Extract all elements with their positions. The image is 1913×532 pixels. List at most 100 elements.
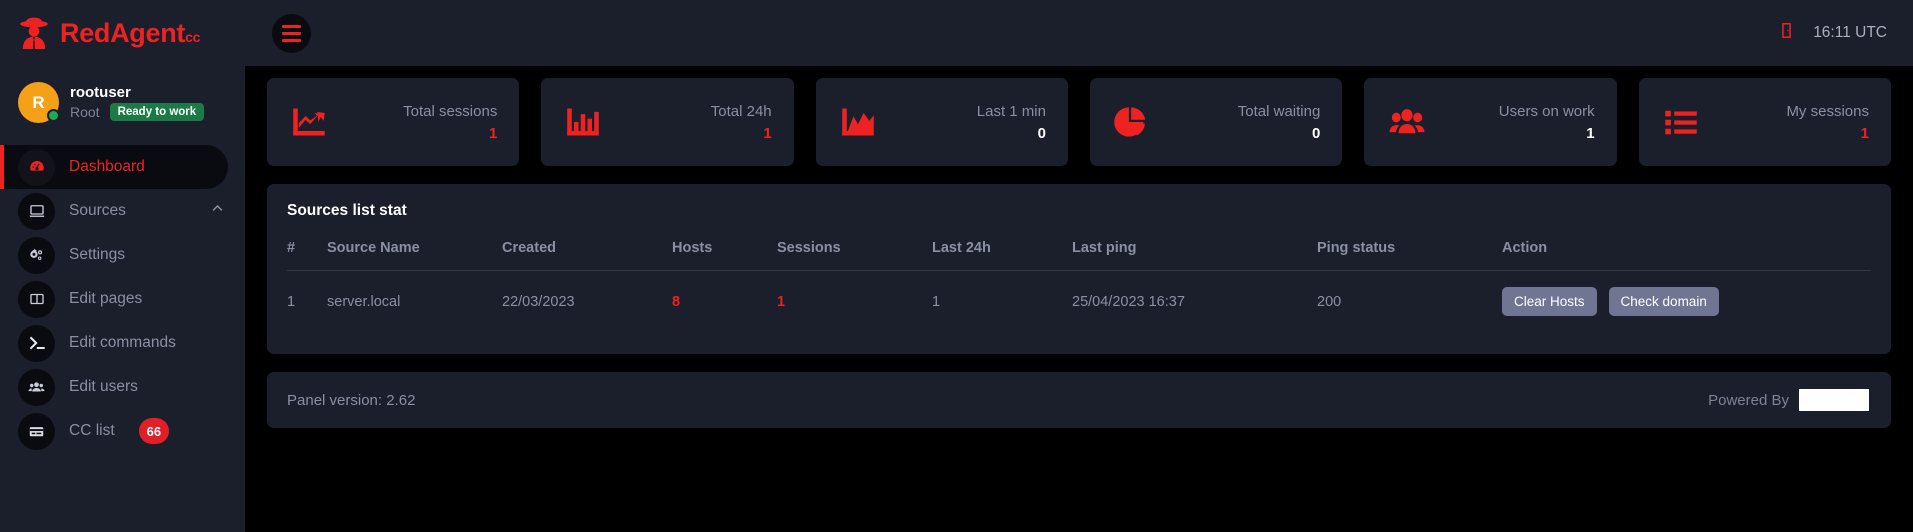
door-exit-icon[interactable] [1777, 21, 1796, 45]
stat-label: Last 1 min [976, 102, 1046, 120]
cell-hosts: 8 [672, 270, 777, 332]
sidebar-item-edit-pages[interactable]: Edit pages [0, 277, 245, 321]
sidebar: RedAgentcc R rootuser Root Ready to work [0, 0, 245, 532]
status-badge: Ready to work [109, 102, 205, 122]
stat-meta: Total 24h 1 [711, 103, 772, 142]
bar-chart-icon [561, 102, 609, 142]
sidebar-item-edit-commands[interactable]: Edit commands [0, 321, 245, 365]
panel-title: Sources list stat [287, 202, 407, 219]
profile-username: rootuser [70, 83, 131, 101]
profile-subline: Root Ready to work [70, 102, 205, 122]
cell-source-name: server.local [327, 270, 502, 332]
stat-meta: Last 1 min 0 [977, 103, 1046, 142]
sidebar-item-label: Dashboard [69, 158, 145, 175]
area-chart-icon [836, 102, 884, 142]
stat-meta: My sessions 1 [1786, 103, 1869, 142]
cell-sessions: 1 [777, 270, 932, 332]
monitor-icon [18, 192, 55, 230]
powered-by-logo [1799, 389, 1869, 411]
sidebar-nav: Dashboard Sources Settings Edit pages Ed… [0, 145, 245, 453]
sidebar-item-label: Edit commands [69, 334, 176, 351]
terminal-icon [18, 324, 55, 362]
sidebar-item-sources[interactable]: Sources [0, 189, 245, 233]
stat-card-last-1-min[interactable]: Last 1 min 0 [815, 78, 1068, 166]
cell-last-ping: 25/04/2023 16:37 [1072, 270, 1317, 332]
col-last-ping: Last ping [1072, 240, 1137, 256]
topbar: 16:11 UTC [245, 0, 1913, 66]
clear-hosts-button[interactable]: Clear Hosts [1502, 287, 1597, 316]
stat-card-total-24h[interactable]: Total 24h 1 [541, 78, 794, 166]
sidebar-item-label: CC list [69, 422, 115, 439]
powered-by-block: Powered By [1708, 389, 1869, 411]
pie-chart-icon [1110, 102, 1158, 142]
table-header-row: # Source Name Created Hosts Sessions Las… [287, 240, 1871, 271]
users-icon [18, 368, 55, 406]
sources-list-panel: Sources list stat # Source Name Created … [267, 184, 1891, 354]
cell-actions: Clear Hosts Check domain [1502, 270, 1871, 332]
brand-suffix: cc [185, 28, 201, 45]
cell-ping-status: 200 [1317, 270, 1502, 332]
table-head: # Source Name Created Hosts Sessions Las… [287, 240, 1871, 271]
col-index: # [287, 240, 296, 256]
credit-card-icon [18, 412, 55, 450]
col-sessions: Sessions [777, 240, 841, 256]
stat-value: 1 [1860, 124, 1869, 142]
hamburger-bar [282, 31, 301, 35]
stat-card-total-waiting[interactable]: Total waiting 0 [1089, 78, 1343, 166]
table-row[interactable]: 1 server.local 22/03/2023 8 1 1 25/04/20… [287, 270, 1871, 332]
hamburger-bar [282, 24, 301, 28]
topbar-right: 16:11 UTC [1777, 21, 1887, 45]
main-area: 16:11 UTC Total sessions 1 Total 24h 1 L… [245, 0, 1913, 532]
cell-last-24h: 1 [932, 270, 1072, 332]
group-users-icon [1384, 102, 1432, 142]
table-body: 1 server.local 22/03/2023 8 1 1 25/04/20… [287, 270, 1871, 332]
stat-cards: Total sessions 1 Total 24h 1 Last 1 min … [267, 78, 1891, 166]
stat-label: Total waiting [1237, 102, 1321, 120]
panel-version-label: Panel version: 2.62 [287, 391, 416, 409]
list-icon [1659, 102, 1707, 142]
cell-created: 22/03/2023 [502, 270, 672, 332]
online-status-dot [47, 109, 60, 122]
gears-icon [18, 236, 55, 274]
stat-meta: Total waiting 0 [1238, 103, 1321, 142]
stat-value: 0 [1037, 124, 1046, 142]
stat-value: 0 [1311, 124, 1321, 142]
check-domain-button[interactable]: Check domain [1608, 287, 1719, 316]
stat-value: 1 [488, 124, 498, 142]
brand-logo[interactable]: RedAgentcc [0, 0, 245, 66]
col-created: Created [502, 240, 556, 256]
sidebar-item-settings[interactable]: Settings [0, 233, 245, 277]
sidebar-item-label: Edit pages [69, 290, 143, 307]
hamburger-icon[interactable] [272, 13, 311, 53]
sources-table: # Source Name Created Hosts Sessions Las… [287, 240, 1871, 332]
sidebar-item-label: Edit users [69, 378, 138, 395]
columns-layout-icon [18, 280, 55, 318]
stat-card-my-sessions[interactable]: My sessions 1 [1638, 78, 1891, 166]
col-hosts: Hosts [672, 240, 713, 256]
stat-value: 1 [763, 124, 772, 142]
powered-by-label: Powered By [1708, 391, 1789, 409]
profile-role: Root [70, 103, 100, 120]
stat-card-users-on-work[interactable]: Users on work 1 [1364, 78, 1617, 166]
cell-index: 1 [287, 270, 327, 332]
stat-card-total-sessions[interactable]: Total sessions 1 [267, 78, 520, 166]
sidebar-item-dashboard[interactable]: Dashboard [0, 145, 228, 189]
line-chart-up-icon [287, 102, 335, 142]
footer: Panel version: 2.62 Powered By [267, 372, 1891, 428]
row-action-buttons: Clear Hosts Check domain [1502, 287, 1871, 316]
profile-block[interactable]: R rootuser Root Ready to work [0, 66, 245, 135]
cc-list-count-badge: 66 [138, 418, 170, 444]
app-root: RedAgentcc R rootuser Root Ready to work [0, 0, 1913, 532]
sidebar-item-edit-users[interactable]: Edit users [0, 365, 245, 409]
stat-label: Total sessions [403, 102, 498, 120]
hamburger-bar [282, 38, 301, 42]
stat-meta: Users on work 1 [1499, 103, 1595, 142]
sidebar-item-label: Settings [69, 246, 126, 263]
sidebar-item-cc-list[interactable]: CC list 66 [0, 409, 245, 453]
stat-label: Total 24h [710, 102, 772, 120]
chevron-up-icon[interactable] [210, 201, 225, 221]
clock-label: 16:11 UTC [1813, 24, 1887, 41]
sidebar-item-label: Sources [69, 202, 126, 219]
avatar: R [18, 82, 60, 123]
stat-value: 1 [1586, 124, 1595, 142]
